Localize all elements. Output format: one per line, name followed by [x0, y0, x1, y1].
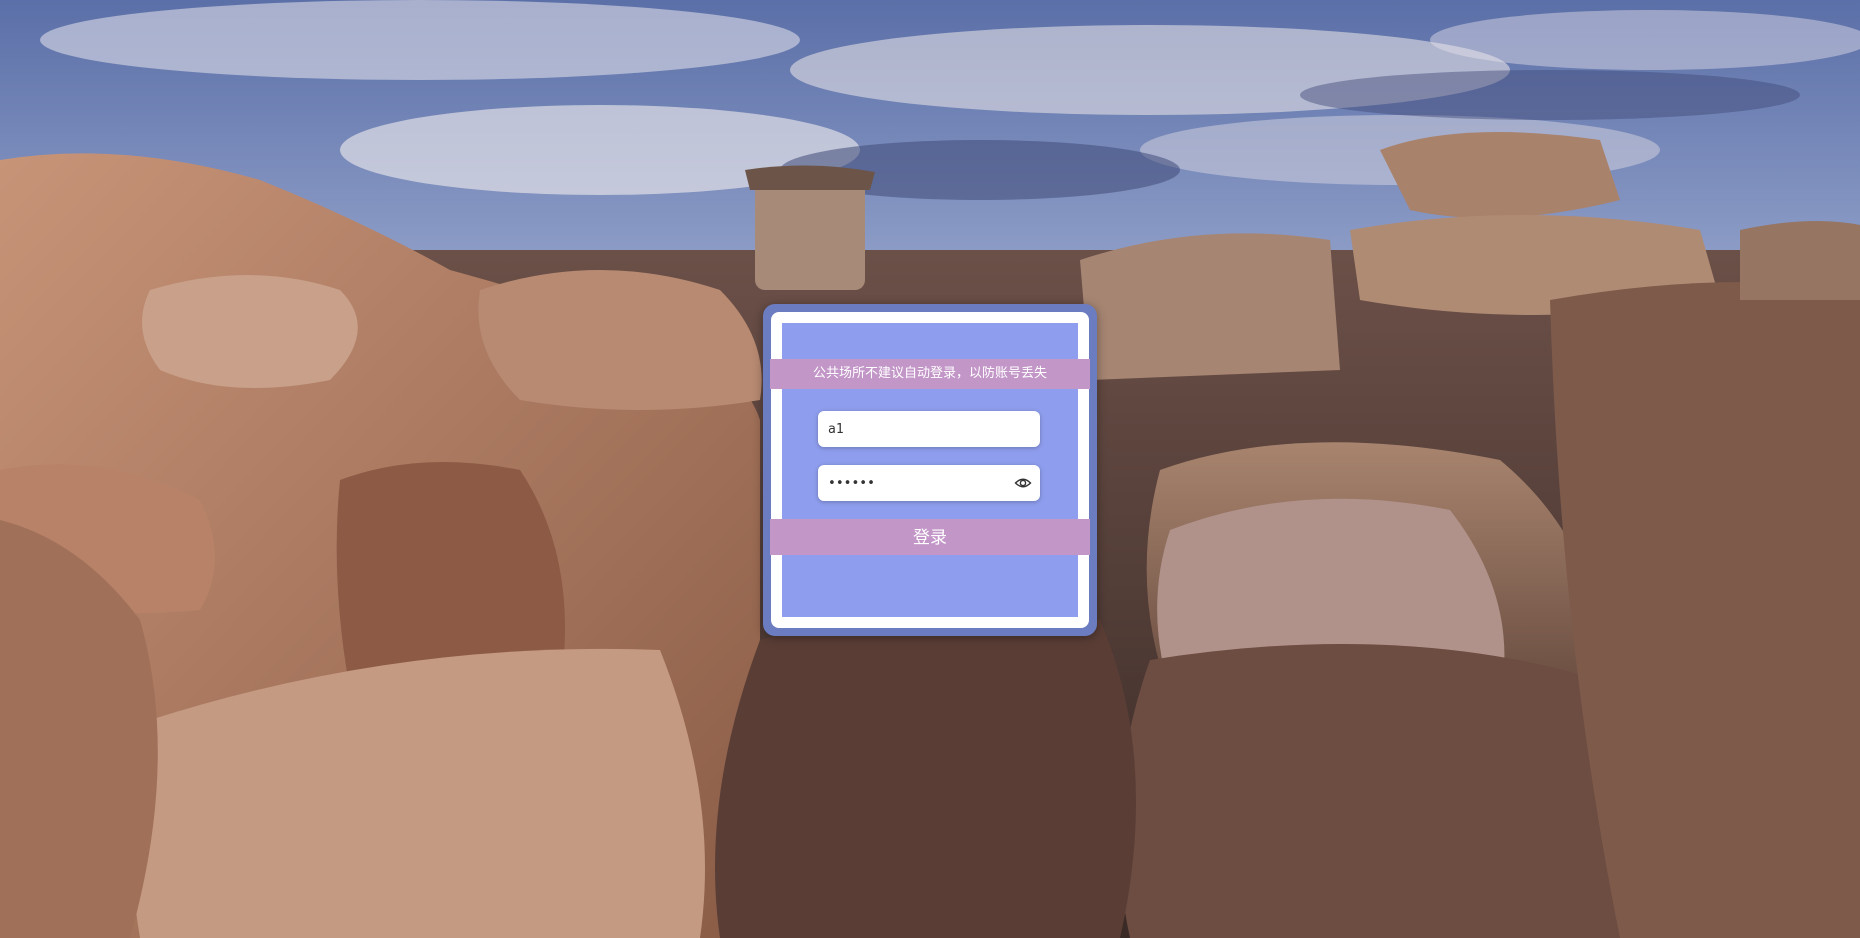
security-notice: 公共场所不建议自动登录，以防账号丢失: [770, 359, 1090, 389]
password-field-wrapper: [818, 465, 1040, 501]
login-card-frame: 公共场所不建议自动登录，以防账号丢失 登录: [770, 312, 1090, 628]
password-input[interactable]: [818, 465, 1040, 501]
login-form: 公共场所不建议自动登录，以防账号丢失 登录: [770, 323, 1090, 617]
login-card: 公共场所不建议自动登录，以防账号丢失 登录: [763, 304, 1097, 636]
username-input[interactable]: [818, 411, 1040, 447]
login-button[interactable]: 登录: [770, 519, 1090, 555]
username-field-wrapper: [818, 411, 1040, 447]
show-password-eye-icon[interactable]: [1014, 474, 1032, 492]
